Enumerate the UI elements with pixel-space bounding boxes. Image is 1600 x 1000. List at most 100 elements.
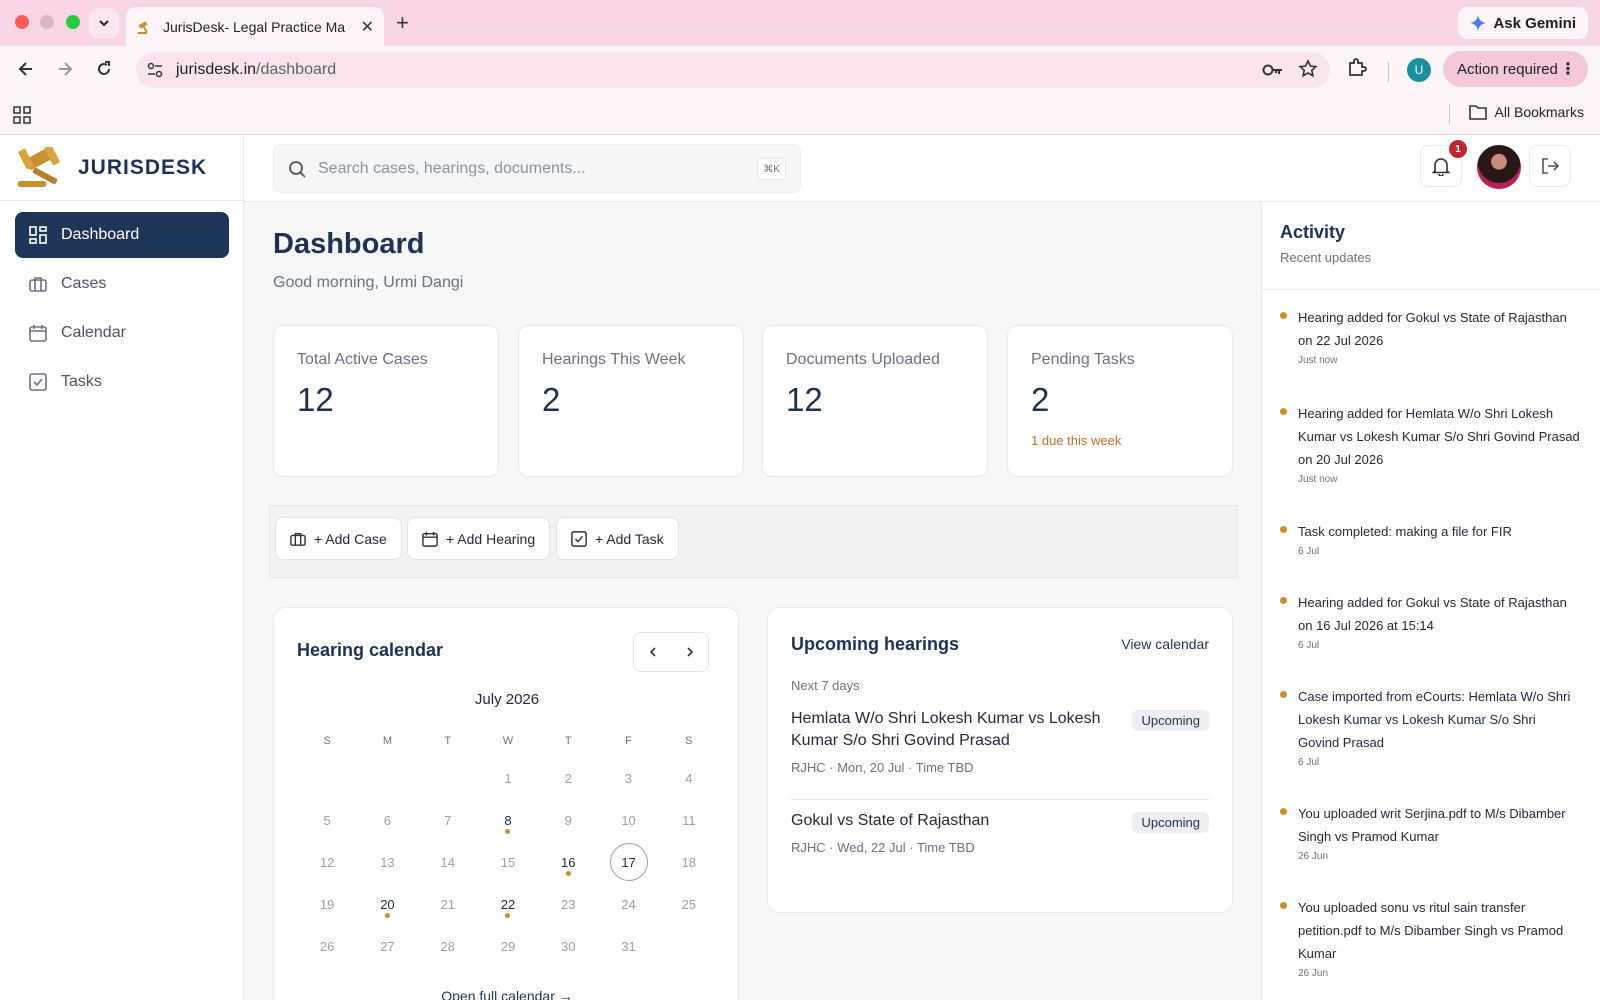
sidebar-item-cases[interactable]: Cases bbox=[15, 261, 229, 307]
arrow-right-icon bbox=[59, 62, 73, 76]
divider bbox=[791, 799, 1209, 800]
stat-value: 2 bbox=[1031, 381, 1050, 418]
action-required-label: Action required bbox=[1457, 60, 1558, 78]
calendar-day[interactable]: 1 bbox=[478, 757, 538, 799]
apps-grid-icon[interactable] bbox=[13, 106, 31, 129]
calendar-day[interactable]: 10 bbox=[598, 799, 658, 841]
calendar-day[interactable]: 3 bbox=[598, 757, 658, 799]
stat-card-pending-tasks[interactable]: Pending Tasks 2 1 due this week bbox=[1007, 325, 1233, 477]
forward-button[interactable] bbox=[52, 56, 78, 82]
calendar-day[interactable]: 15 bbox=[478, 841, 538, 883]
new-tab-button[interactable]: + bbox=[396, 10, 409, 36]
calendar-day[interactable]: 11 bbox=[659, 799, 719, 841]
url-host: jurisdesk.in bbox=[176, 61, 257, 78]
hearing-dot-indicator bbox=[565, 871, 571, 876]
reload-button[interactable] bbox=[91, 56, 117, 82]
calendar-day-number: 18 bbox=[681, 854, 697, 870]
add-case-button[interactable]: + Add Case bbox=[275, 517, 402, 560]
hearing-item[interactable]: Gokul vs State of Rajasthan RJHC · Wed, … bbox=[791, 810, 1209, 855]
address-bar[interactable]: jurisdesk.in/dashboard bbox=[136, 52, 1330, 88]
calendar-day-number: 9 bbox=[564, 812, 572, 828]
calendar-day-number: 4 bbox=[685, 770, 693, 786]
brand[interactable]: JURISDESK bbox=[0, 135, 243, 201]
search-input[interactable]: Search cases, hearings, documents... ⌘K bbox=[273, 144, 801, 193]
calendar-day[interactable]: 28 bbox=[418, 925, 478, 967]
calendar-day[interactable]: 20 bbox=[357, 883, 417, 925]
calendar-day[interactable]: 30 bbox=[538, 925, 598, 967]
calendar-day[interactable]: 2 bbox=[538, 757, 598, 799]
hearing-meta: RJHC · Wed, 22 Jul · Time TBD bbox=[791, 840, 975, 855]
user-avatar[interactable] bbox=[1477, 145, 1521, 189]
window-maximize-button[interactable] bbox=[66, 15, 80, 29]
browser-profile-avatar[interactable]: U bbox=[1407, 58, 1431, 82]
calendar-day-number: 1 bbox=[504, 770, 512, 786]
calendar-week-row: 26 27 28 29 30 31 bbox=[297, 925, 719, 967]
calendar-day[interactable]: 13 bbox=[357, 841, 417, 883]
hearing-item[interactable]: Hemlata W/o Shri Lokesh Kumar vs Lokesh … bbox=[791, 708, 1209, 775]
logout-button[interactable] bbox=[1529, 145, 1571, 187]
sidebar-item-calendar[interactable]: Calendar bbox=[15, 310, 229, 356]
calendar-day[interactable]: 18 bbox=[659, 841, 719, 883]
action-required-button[interactable]: Action required ⋮ bbox=[1443, 51, 1588, 87]
open-full-calendar-link[interactable]: Open full calendar → bbox=[274, 988, 740, 1000]
tab-close-icon[interactable]: ✕ bbox=[361, 17, 374, 37]
arrow-left-icon bbox=[18, 62, 32, 76]
activity-bullet bbox=[1280, 902, 1287, 909]
calendar-day[interactable]: 16 bbox=[538, 841, 598, 883]
ask-gemini-button[interactable]: Ask Gemini bbox=[1458, 7, 1588, 39]
calendar-day[interactable]: 9 bbox=[538, 799, 598, 841]
next-month-button[interactable] bbox=[671, 633, 708, 671]
calendar-day[interactable]: 24 bbox=[598, 883, 658, 925]
calendar-day[interactable]: 4 bbox=[659, 757, 719, 799]
weekday-label: M bbox=[382, 735, 392, 747]
calendar-day[interactable]: 27 bbox=[357, 925, 417, 967]
sidebar-item-dashboard[interactable]: Dashboard bbox=[15, 212, 229, 258]
add-task-button[interactable]: + Add Task bbox=[556, 517, 679, 560]
calendar-day[interactable]: 6 bbox=[357, 799, 417, 841]
sidebar-item-tasks[interactable]: Tasks bbox=[15, 359, 229, 405]
activity-time: 6 Jul bbox=[1298, 546, 1320, 557]
calendar-day[interactable]: 25 bbox=[659, 883, 719, 925]
stat-card-active-cases[interactable]: Total Active Cases 12 bbox=[273, 325, 499, 477]
sidebar-item-label: Cases bbox=[61, 275, 107, 292]
tab-search-button[interactable] bbox=[89, 8, 119, 38]
calendar-day[interactable]: 31 bbox=[598, 925, 658, 967]
back-button[interactable] bbox=[13, 56, 39, 82]
calendar-day[interactable]: 8 bbox=[478, 799, 538, 841]
calendar-day[interactable]: 29 bbox=[478, 925, 538, 967]
search-icon bbox=[289, 160, 306, 178]
add-hearing-button[interactable]: + Add Hearing bbox=[407, 517, 551, 560]
browser-tab-active[interactable]: JurisDesk- Legal Practice Ma ✕ bbox=[126, 7, 384, 46]
calendar-day-number: 31 bbox=[621, 938, 636, 954]
calendar-day[interactable]: 23 bbox=[538, 883, 598, 925]
notifications-button[interactable]: 1 bbox=[1420, 140, 1467, 187]
calendar-day[interactable]: 5 bbox=[297, 799, 357, 841]
calendar-day[interactable]: 7 bbox=[418, 799, 478, 841]
hearing-dot-indicator bbox=[505, 829, 511, 834]
password-key-icon[interactable] bbox=[1262, 60, 1284, 85]
all-bookmarks-button[interactable]: All Bookmarks bbox=[1468, 104, 1584, 120]
view-calendar-link[interactable]: View calendar bbox=[1121, 636, 1209, 652]
window-minimize-button[interactable] bbox=[40, 15, 54, 29]
stat-card-documents[interactable]: Documents Uploaded 12 bbox=[762, 325, 988, 477]
calendar-day[interactable]: 14 bbox=[418, 841, 478, 883]
checkbox-icon bbox=[571, 530, 587, 547]
prev-month-button[interactable] bbox=[634, 633, 671, 671]
stat-card-hearings-week[interactable]: Hearings This Week 2 bbox=[518, 325, 744, 477]
bookmark-star-icon[interactable] bbox=[1298, 59, 1318, 84]
calendar-day[interactable]: 22 bbox=[478, 883, 538, 925]
activity-time: 26 Jun bbox=[1298, 968, 1329, 979]
calendar-day[interactable]: 19 bbox=[297, 883, 357, 925]
activity-time: Just now bbox=[1298, 355, 1338, 366]
extensions-puzzle-icon[interactable] bbox=[1346, 57, 1368, 84]
reload-icon bbox=[98, 61, 110, 75]
checkbox-icon bbox=[29, 373, 47, 391]
window-close-button[interactable] bbox=[15, 15, 29, 29]
site-settings-icon[interactable] bbox=[144, 59, 166, 81]
calendar-day[interactable]: 21 bbox=[418, 883, 478, 925]
calendar-day[interactable]: 26 bbox=[297, 925, 357, 967]
calendar-day[interactable]: 12 bbox=[297, 841, 357, 883]
calendar-day[interactable]: 17 bbox=[598, 841, 658, 883]
gavel-logo-icon bbox=[18, 146, 60, 187]
search-shortcut-hint: ⌘K bbox=[757, 158, 786, 180]
